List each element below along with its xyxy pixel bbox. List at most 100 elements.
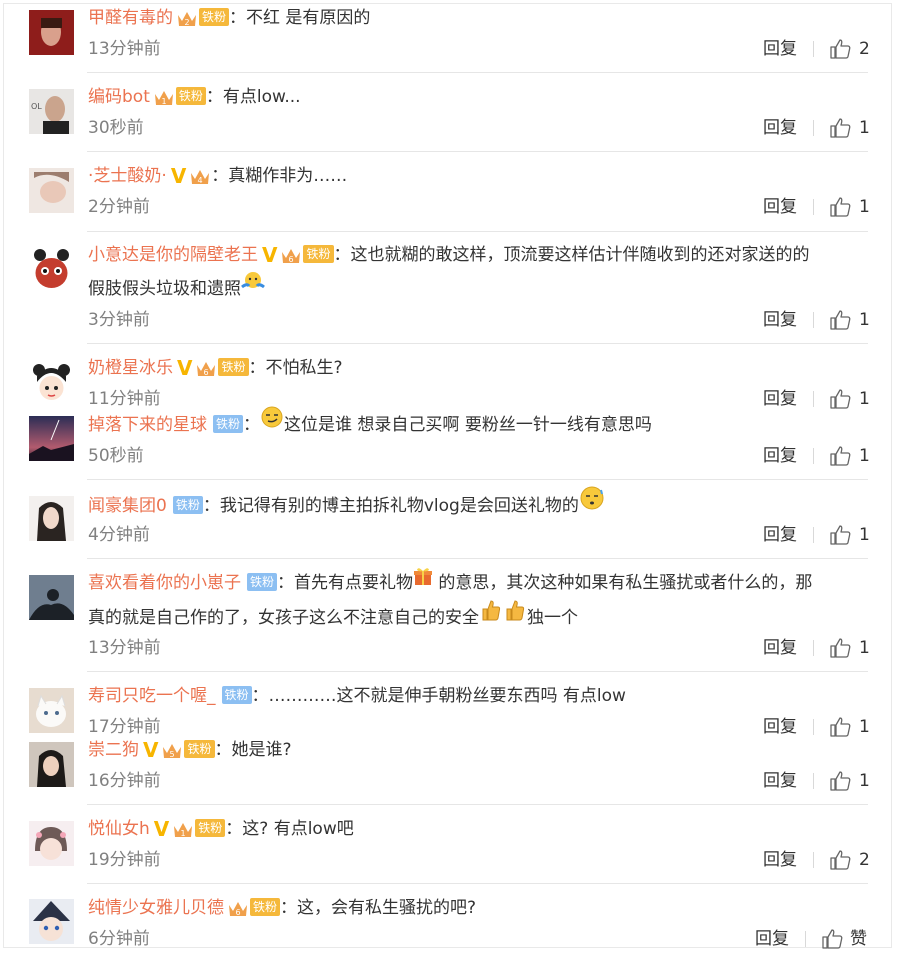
reply-button[interactable]: 回复 — [763, 308, 797, 332]
thumbs-up-icon[interactable] — [829, 38, 851, 60]
username[interactable]: 纯情少女雅儿贝德 — [88, 898, 224, 918]
thumbs-up-icon[interactable] — [829, 117, 851, 139]
comment-time: 2分钟前 — [88, 197, 150, 217]
like-count: 1 — [859, 310, 870, 330]
thumbs-up-emoji-icon — [503, 598, 527, 634]
divider — [87, 671, 868, 672]
thumbs-up-icon[interactable] — [821, 928, 843, 950]
thumbs-up-icon[interactable] — [829, 524, 851, 546]
comment-text: 这? 有点low吧 — [242, 819, 354, 839]
fan-badge[interactable]: 铁粉 — [184, 740, 215, 758]
fan-badge[interactable]: 铁粉 — [172, 496, 203, 514]
like-count: 1 — [859, 525, 870, 545]
comment-text: 首先有点要礼物 — [294, 573, 414, 593]
crown-level-icon: 6 — [195, 357, 217, 377]
verified-v-icon: V — [170, 164, 187, 188]
username[interactable]: 喜欢看着你的小崽子 — [88, 573, 241, 593]
avatar[interactable] — [29, 575, 74, 620]
avatar[interactable] — [29, 168, 74, 213]
crown-level-icon: 6 — [227, 897, 249, 917]
fan-badge[interactable]: 铁粉 — [250, 898, 281, 916]
comment-text: 不怕私生? — [265, 358, 343, 378]
username[interactable]: 编码bot — [88, 87, 150, 107]
username[interactable]: 闻豪集团0 — [88, 496, 167, 516]
fan-badge[interactable]: 铁粉 — [199, 8, 230, 26]
username[interactable]: 小意达是你的隔壁老王 — [88, 245, 258, 265]
svg-text:1: 1 — [181, 829, 186, 838]
thumbs-up-icon[interactable] — [829, 196, 851, 218]
action-divider — [805, 931, 806, 947]
comment-text: 我记得有别的博主拍拆礼物vlog是会回送礼物的 — [219, 496, 579, 516]
comment-text: …………这不就是伸手朝粉丝要东西吗 有点low — [268, 686, 626, 706]
reply-button[interactable]: 回复 — [763, 636, 797, 660]
username[interactable]: 寿司只吃一个喔_ — [88, 686, 216, 706]
fan-badge[interactable]: 铁粉 — [175, 87, 206, 105]
comment-panel — [3, 3, 892, 948]
divider — [87, 479, 868, 480]
action-divider — [813, 312, 814, 328]
action-divider — [813, 527, 814, 543]
like-count: 赞 — [850, 929, 867, 949]
fan-badge[interactable]: 铁粉 — [195, 819, 226, 837]
divider — [87, 343, 868, 344]
comment-time: 4分钟前 — [88, 525, 150, 545]
avatar[interactable] — [29, 247, 74, 292]
avatar[interactable] — [29, 416, 74, 461]
svg-text:OL: OL — [31, 102, 42, 111]
comment-text-cont: 的意思，其次这种如果有私生骚扰或者什么的，那 — [433, 573, 813, 593]
thumbs-up-emoji-icon — [479, 598, 503, 634]
action-divider — [813, 448, 814, 464]
comment-text: 有点low... — [222, 87, 301, 107]
username[interactable]: 掉落下来的星球 — [88, 415, 207, 435]
shrug-emoji-icon — [241, 269, 265, 305]
like-count: 1 — [859, 771, 870, 791]
avatar[interactable] — [29, 899, 74, 944]
avatar[interactable] — [29, 10, 74, 55]
reply-button[interactable]: 回复 — [755, 927, 789, 951]
avatar[interactable] — [29, 360, 74, 405]
crown-level-icon: 2 — [176, 7, 198, 27]
like-count: 1 — [859, 446, 870, 466]
username[interactable]: 奶橙星冰乐 — [88, 358, 173, 378]
username[interactable]: 崇二狗 — [88, 740, 139, 760]
username[interactable]: ·芝士酸奶· — [88, 166, 167, 186]
reply-button[interactable]: 回复 — [763, 769, 797, 793]
thumbs-up-icon[interactable] — [829, 637, 851, 659]
reply-button[interactable]: 回复 — [763, 444, 797, 468]
fan-badge[interactable]: 铁粉 — [303, 245, 334, 263]
like-count: 1 — [859, 118, 870, 138]
avatar[interactable] — [29, 496, 74, 541]
verified-v-icon: V — [143, 738, 159, 762]
action-divider — [813, 120, 814, 136]
svg-text:1: 1 — [161, 97, 166, 106]
avatar[interactable] — [29, 688, 74, 733]
comment-text: 不红 是有原因的 — [246, 8, 371, 28]
username[interactable]: 甲醛有毒的 — [88, 8, 173, 28]
fan-badge[interactable]: 铁粉 — [213, 415, 244, 433]
thumbs-up-icon[interactable] — [829, 309, 851, 331]
reply-button[interactable]: 回复 — [763, 523, 797, 547]
comment-text-line2: 真的就是自己作的了，女孩子这么不注意自己的安全 — [88, 608, 479, 628]
reply-button[interactable]: 回复 — [763, 116, 797, 140]
action-divider — [813, 391, 814, 407]
smirk-emoji-icon — [260, 405, 284, 441]
avatar[interactable] — [29, 821, 74, 866]
username[interactable]: 悦仙女h — [88, 819, 150, 839]
reply-button[interactable]: 回复 — [763, 848, 797, 872]
reply-button[interactable]: 回复 — [763, 37, 797, 61]
fan-badge[interactable]: 铁粉 — [221, 686, 252, 704]
like-count: 2 — [859, 39, 870, 59]
like-count: 1 — [859, 638, 870, 658]
thumbs-up-icon[interactable] — [829, 445, 851, 467]
thumbs-up-icon[interactable] — [829, 770, 851, 792]
svg-text:2: 2 — [184, 18, 189, 27]
reply-button[interactable]: 回复 — [763, 195, 797, 219]
divider — [87, 151, 868, 152]
divider — [87, 72, 868, 73]
avatar[interactable]: OL — [29, 89, 74, 134]
thumbs-up-icon[interactable] — [829, 849, 851, 871]
fan-badge[interactable]: 铁粉 — [218, 358, 249, 376]
fan-badge[interactable]: 铁粉 — [247, 573, 278, 591]
svg-text:4: 4 — [198, 176, 203, 185]
avatar[interactable] — [29, 742, 74, 787]
